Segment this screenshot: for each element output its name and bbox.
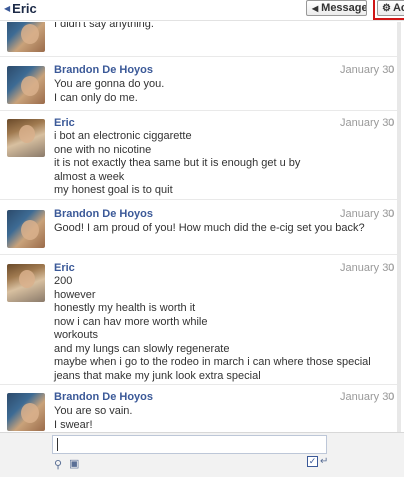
message-line: You are gonna do you. xyxy=(54,78,165,90)
return-icon: ↵ xyxy=(320,456,329,467)
message-item: I didn't say anything. xyxy=(0,22,397,54)
message-line: workouts xyxy=(54,329,99,341)
message-separator xyxy=(0,254,397,255)
message-line: jeans that make my junk look extra speci… xyxy=(54,369,261,382)
press-enter-checkbox[interactable]: ✓ xyxy=(307,456,318,467)
paperclip-icon[interactable]: ⚲ xyxy=(54,458,62,471)
messages-button[interactable]: ◀ Messages xyxy=(306,0,367,16)
avatar[interactable] xyxy=(7,393,45,431)
sender-name[interactable]: Eric xyxy=(54,262,75,274)
back-arrow-icon[interactable]: ◀ xyxy=(4,4,10,13)
message-line: my honest goal is to quit xyxy=(54,184,173,196)
avatar-face xyxy=(19,125,35,143)
avatar[interactable] xyxy=(7,264,45,302)
message-thread[interactable]: I didn't say anything. Brandon De Hoyos … xyxy=(0,22,404,432)
comment-bubble-icon: □ xyxy=(387,64,393,74)
message-line: 200 xyxy=(54,275,73,287)
message-separator xyxy=(0,199,397,200)
avatar-face xyxy=(21,24,39,44)
sender-name[interactable]: Brandon De Hoyos xyxy=(54,208,153,220)
avatar-face xyxy=(21,403,39,423)
message-body: You are so vain. I swear! xyxy=(54,405,344,432)
message-line: honestly my health is worth it xyxy=(54,302,196,314)
sender-name[interactable]: Brandon De Hoyos xyxy=(54,64,153,76)
message-separator xyxy=(0,56,397,57)
comment-bubble-icon: □ xyxy=(387,391,393,401)
message-item: Brandon De Hoyos January 30 □ You are go… xyxy=(0,64,397,114)
avatar-face xyxy=(19,270,35,288)
message-separator xyxy=(0,110,397,111)
avatar-face xyxy=(21,76,39,96)
message-body: i bot an electronic ciggarette one with … xyxy=(54,130,344,198)
message-line: and my lungs can slowly regenerate xyxy=(54,342,230,355)
avatar[interactable] xyxy=(7,22,45,52)
comment-bubble-icon: □ xyxy=(387,262,393,272)
title-wrap: ◀ Eric xyxy=(4,0,37,16)
message-line: almost a week xyxy=(54,170,125,183)
message-line: it is not exactly thea same but it is en… xyxy=(54,157,301,169)
message-line: You are so vain. xyxy=(54,405,133,417)
message-line: Good! I am proud of you! How much did th… xyxy=(54,222,365,234)
message-item: Brandon De Hoyos January 30 □ You are so… xyxy=(0,391,397,432)
avatar[interactable] xyxy=(7,66,45,104)
message-line: one with no nicotine xyxy=(54,143,152,156)
avatar[interactable] xyxy=(7,119,45,157)
message-body: You are gonna do you. I can only do me. xyxy=(54,78,344,105)
messages-button-label: Messages xyxy=(321,2,366,14)
message-line: I swear! xyxy=(54,418,93,431)
scrollbar[interactable] xyxy=(397,22,401,442)
header-divider xyxy=(0,20,404,21)
comment-bubble-icon: □ xyxy=(387,208,393,218)
left-triangle-icon: ◀ xyxy=(312,3,319,13)
highlight-outline xyxy=(373,0,404,20)
message-item: Brandon De Hoyos January 30 □ Good! I am… xyxy=(0,208,397,258)
message-body: Good! I am proud of you! How much did th… xyxy=(54,222,365,236)
text-caret xyxy=(57,438,58,451)
sender-name[interactable]: Brandon De Hoyos xyxy=(54,391,153,403)
message-line: i bot an electronic ciggarette xyxy=(54,130,192,142)
conversation-title: Eric xyxy=(12,0,37,16)
message-line: now i can hav more worth while xyxy=(54,315,208,328)
message-line: however xyxy=(54,288,96,301)
comment-bubble-icon: □ xyxy=(387,117,393,127)
sender-name[interactable]: Eric xyxy=(54,117,75,129)
composer: ⚲ ▣ ✓ ↵ xyxy=(0,432,404,477)
message-line: maybe when i go to the rodeo in march i … xyxy=(54,356,371,368)
conversation-header: ◀ Eric ◀ Messages ⚙ Ac xyxy=(0,0,404,22)
reply-input[interactable] xyxy=(52,435,327,454)
avatar[interactable] xyxy=(7,210,45,248)
message-separator xyxy=(0,384,397,385)
camera-icon[interactable]: ▣ xyxy=(69,457,79,470)
message-line: I can only do me. xyxy=(54,91,138,104)
message-line: I didn't say anything. xyxy=(54,22,154,30)
message-body: 200 however honestly my health is worth … xyxy=(54,275,371,383)
avatar-face xyxy=(21,220,39,240)
message-item: Eric January 30 □ 200 however honestly m… xyxy=(0,262,397,386)
message-item: Eric January 30 □ i bot an electronic ci… xyxy=(0,117,397,197)
message-body: I didn't say anything. xyxy=(54,22,344,32)
